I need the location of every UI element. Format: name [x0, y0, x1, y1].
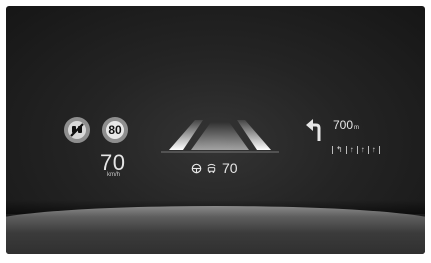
turn-left-arrow-icon: [306, 119, 321, 141]
speed-limit-value: 80: [108, 123, 122, 137]
speed-unit: km/h: [107, 172, 121, 178]
steering-wheel-icon: [191, 163, 202, 173]
lane-divider: [356, 145, 358, 154]
lane-arrow: ↑: [360, 145, 365, 154]
lane-divider: [367, 145, 369, 154]
lane-keep-assist-road-icon: [161, 120, 279, 153]
lane-guidance: ↰ ↑ ↑ ↑: [332, 145, 380, 154]
turn-distance-unit: m: [354, 125, 360, 131]
lane-divider: [332, 145, 333, 154]
head-up-display: 80 70 km/h 70 700m ↰ ↑ ↑ ↑: [6, 6, 425, 254]
no-overtaking-sign-icon: [64, 117, 90, 143]
turn-distance-value: 700: [333, 118, 354, 132]
lane-divider: [345, 145, 347, 154]
lane-arrow: ↑: [371, 145, 376, 154]
radar-cruise-car-icon: [207, 163, 216, 173]
lane-divider: [378, 145, 380, 154]
cruise-set-speed: 70: [222, 160, 238, 176]
lane-arrow: ↑: [349, 145, 354, 154]
driver-assist-status: 70: [191, 160, 238, 176]
speed-limit-sign: 80: [102, 117, 128, 143]
dashboard-edge: [6, 206, 425, 254]
lane-arrow: ↰: [336, 145, 343, 154]
turn-distance: 700m: [333, 118, 359, 132]
